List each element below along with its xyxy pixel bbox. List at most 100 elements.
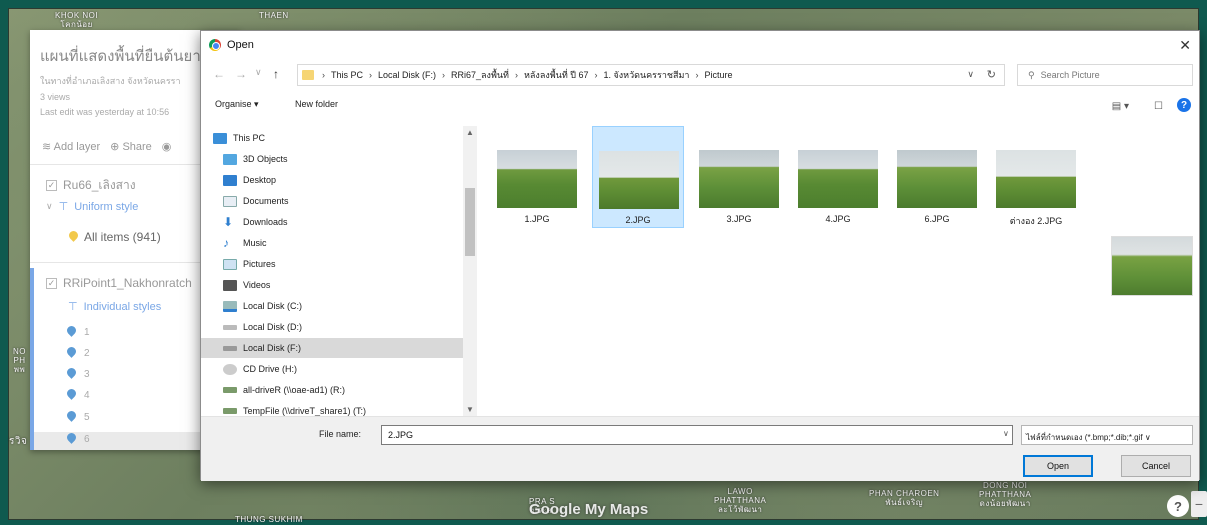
- breadcrumb[interactable]: RRi67_ลงพื้นที่: [451, 68, 509, 82]
- nav-item-network-r[interactable]: all-driveR (\\oae-ad1) (R:): [223, 380, 345, 400]
- drive-icon: [223, 324, 237, 330]
- drive-icon: [223, 345, 237, 351]
- pin-icon: [66, 433, 76, 445]
- folder-icon: [302, 70, 314, 80]
- forward-arrow-icon[interactable]: →: [235, 67, 247, 81]
- help-icon[interactable]: ?: [1177, 98, 1191, 112]
- pin-icon: [68, 231, 78, 243]
- layer-rripoint[interactable]: ✓ RRiPoint1_Nakhonratch: [46, 276, 192, 290]
- file-item[interactable]: 3.JPG: [693, 126, 785, 228]
- breadcrumb[interactable]: หลังลงพื้นที่ ปี 67: [524, 68, 589, 82]
- breadcrumb[interactable]: 1. จังหวัดนครราชสีมา: [603, 68, 689, 82]
- nav-item-local-disk-f[interactable]: Local Disk (F:): [201, 338, 463, 358]
- organise-menu[interactable]: Organise ▾: [215, 99, 259, 110]
- chevron-down-icon[interactable]: ∨: [1003, 429, 1009, 438]
- zoom-out-button[interactable]: −: [1191, 491, 1207, 517]
- list-item[interactable]: 4: [66, 389, 90, 401]
- nav-item-documents[interactable]: Documents: [223, 191, 289, 211]
- map-label: NO PH พพ: [13, 347, 26, 374]
- network-drive-icon: [223, 408, 237, 414]
- desktop-icon: [223, 174, 237, 186]
- close-icon[interactable]: ✕: [1179, 37, 1191, 54]
- address-bar[interactable]: › This PC › Local Disk (F:) › RRi67_ลงพื…: [297, 64, 1005, 86]
- chevron-down-icon[interactable]: ∨: [967, 69, 974, 80]
- file-list: 1.JPG 2.JPG 3.JPG 4.JPG 6.JPG ต่างอง 2.J…: [479, 126, 1091, 416]
- download-icon: ⬇: [223, 215, 234, 229]
- preview-image: [1111, 236, 1193, 296]
- map-label: DONG NOI PHATTHANA ดงน้อยพัฒนา: [979, 481, 1032, 508]
- nav-item-cd-drive[interactable]: CD Drive (H:): [223, 359, 297, 379]
- pin-icon: [66, 368, 76, 380]
- nav-item-downloads[interactable]: ⬇ Downloads: [223, 212, 288, 232]
- breadcrumb[interactable]: This PC: [331, 70, 363, 80]
- chrome-icon: [209, 39, 221, 51]
- nav-item-local-disk-c[interactable]: Local Disk (C:): [223, 296, 302, 316]
- refresh-icon[interactable]: ↻: [987, 68, 996, 81]
- image-thumbnail: [699, 150, 779, 208]
- document-icon: [223, 195, 237, 207]
- all-items[interactable]: All items (941): [68, 230, 161, 244]
- file-name-input[interactable]: 2.JPG: [381, 425, 1013, 445]
- navigation-pane: This PC 3D Objects Desktop Documents ⬇ Do…: [201, 126, 463, 416]
- add-layer-button[interactable]: ≋ Add layer: [42, 140, 100, 153]
- view-options-icon[interactable]: ▤ ▾: [1112, 101, 1129, 112]
- back-arrow-icon[interactable]: ←: [213, 67, 225, 81]
- google-my-maps-logo: Google My Maps: [529, 501, 649, 518]
- layer-style[interactable]: ⊤ Individual styles: [68, 300, 161, 314]
- list-item[interactable]: 6: [66, 433, 90, 445]
- checkbox-icon[interactable]: ✓: [46, 277, 57, 289]
- nav-item-network-t[interactable]: TempFile (\\driveT_share1) (T:): [223, 401, 366, 416]
- scroll-up-icon[interactable]: ▲: [466, 128, 474, 137]
- scroll-down-icon[interactable]: ▼: [466, 405, 474, 414]
- dialog-titlebar[interactable]: Open ✕: [201, 31, 1199, 59]
- layer-ru66[interactable]: ✓ Ru66_เลิงสาง: [46, 176, 136, 195]
- image-thumbnail: [798, 150, 878, 208]
- list-item[interactable]: 1: [66, 326, 90, 338]
- video-icon: [223, 279, 237, 291]
- map-label: THAEN: [259, 11, 289, 20]
- breadcrumb[interactable]: Picture: [704, 70, 732, 80]
- breadcrumb[interactable]: Local Disk (F:): [378, 70, 436, 80]
- paint-roller-icon: ⊤: [68, 301, 78, 313]
- network-drive-icon: [223, 387, 237, 393]
- file-item-selected[interactable]: 2.JPG: [592, 126, 684, 228]
- list-item[interactable]: 5: [66, 411, 90, 423]
- file-item[interactable]: 1.JPG: [491, 126, 583, 228]
- nav-item-music[interactable]: ♪ Music: [223, 233, 267, 253]
- music-icon: ♪: [223, 236, 229, 250]
- preview-icon[interactable]: ◉: [162, 140, 172, 153]
- nav-scrollbar[interactable]: ▲ ▼: [463, 126, 477, 416]
- help-button[interactable]: ?: [1167, 495, 1189, 517]
- pin-icon: [66, 411, 76, 423]
- file-item[interactable]: 4.JPG: [792, 126, 884, 228]
- list-item[interactable]: 2: [66, 347, 90, 359]
- share-button[interactable]: ⊕ Share: [110, 140, 152, 153]
- drive-icon: [223, 300, 237, 312]
- nav-item-desktop[interactable]: Desktop: [223, 170, 276, 190]
- image-thumbnail: [497, 150, 577, 208]
- nav-item-pictures[interactable]: Pictures: [223, 254, 276, 274]
- up-arrow-icon[interactable]: ↑: [273, 67, 279, 81]
- list-item[interactable]: 3: [66, 368, 90, 380]
- layer-style[interactable]: ∨ ⊤ Uniform style: [46, 200, 138, 214]
- map-label: รวิจ: [9, 436, 28, 447]
- nav-item-videos[interactable]: Videos: [223, 275, 270, 295]
- checkbox-icon[interactable]: ✓: [46, 180, 57, 191]
- file-name-label: File name:: [319, 429, 362, 439]
- nav-item-3d-objects[interactable]: 3D Objects: [223, 149, 288, 169]
- cancel-button[interactable]: Cancel: [1121, 455, 1191, 477]
- file-item[interactable]: 6.JPG: [891, 126, 983, 228]
- recent-dropdown-icon[interactable]: ∨: [255, 67, 262, 78]
- nav-item-local-disk-d[interactable]: Local Disk (D:): [223, 317, 302, 337]
- new-folder-button[interactable]: New folder: [295, 99, 338, 109]
- nav-item-this-pc[interactable]: This PC: [213, 128, 265, 148]
- search-input[interactable]: ⚲ Search Picture: [1017, 64, 1193, 86]
- image-thumbnail: [996, 150, 1076, 208]
- preview-pane-icon[interactable]: ☐: [1154, 101, 1163, 112]
- open-button[interactable]: Open: [1023, 455, 1093, 477]
- chevron-down-icon[interactable]: ∨: [46, 201, 53, 212]
- open-file-dialog: Open ✕ ← → ∨ ↑ › This PC › Local Disk (F…: [200, 30, 1200, 481]
- computer-icon: [213, 132, 227, 144]
- file-type-select[interactable]: ไฟล์ที่กำหนดเอง (*.bmp;*.dib;*.gif ∨: [1021, 425, 1193, 445]
- file-item[interactable]: ต่างอง 2.JPG: [990, 126, 1082, 228]
